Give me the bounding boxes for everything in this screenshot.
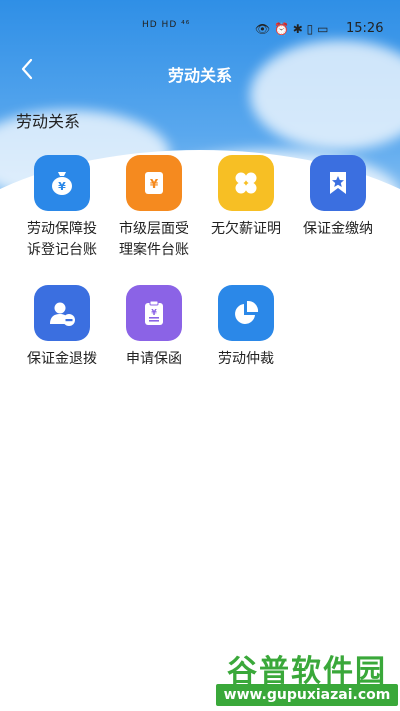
user-minus-icon [34, 285, 90, 341]
grid-item-label: 无欠薪证明 [211, 221, 281, 237]
grid-item-label: 理案件台账 [119, 242, 189, 258]
grid-item-deposit-refund[interactable]: 保证金退拨 [16, 285, 108, 370]
section-title: 劳动关系 [16, 112, 81, 131]
grid-item-city-case-ledger[interactable]: ¥ 市级层面受理案件台账 [108, 155, 200, 261]
grid-item-deposit-payment[interactable]: 保证金缴纳 [292, 155, 384, 240]
svg-text:¥: ¥ [150, 177, 159, 191]
money-bag-icon: ¥ [34, 155, 90, 211]
status-time: 15:26 [346, 21, 384, 36]
svg-text:¥: ¥ [58, 180, 66, 193]
grid-item-label: 市级层面受 [119, 221, 189, 237]
grid-item-label: 劳动保障投 [27, 221, 97, 237]
pie-chart-icon [218, 285, 274, 341]
bookmark-star-icon [310, 155, 366, 211]
grid-item-label: 申请保函 [126, 351, 182, 367]
grid-item-label: 诉登记台账 [27, 242, 97, 258]
grid-item-label: 劳动仲裁 [218, 351, 274, 367]
four-leaf-icon [218, 155, 274, 211]
grid-item-label: 保证金退拨 [27, 351, 97, 367]
watermark-url: www.gupuxiazai.com [216, 684, 398, 706]
grid-item-label: 保证金缴纳 [303, 221, 373, 237]
nav-bar: 劳动关系 [0, 56, 400, 90]
grid-item-no-wage-arrears-certificate[interactable]: 无欠薪证明 [200, 155, 292, 240]
clipboard-yuan-icon: ¥ [126, 285, 182, 341]
status-icons: 👁 ⏰ ✱ ▯ ▭ [255, 22, 329, 36]
watermark: 谷普软件园 www.gupuxiazai.com [216, 646, 398, 708]
grid-item-apply-guarantee[interactable]: ¥ 申请保函 [108, 285, 200, 370]
status-bar: HD HD ⁴⁶ 👁 ⏰ ✱ ▯ ▭ 15:26 [0, 18, 400, 42]
yuan-document-icon: ¥ [126, 155, 182, 211]
grid-item-labor-arbitration[interactable]: 劳动仲裁 [200, 285, 292, 370]
page-title: 劳动关系 [167, 66, 232, 85]
grid-item-complaint-ledger[interactable]: ¥ 劳动保障投诉登记台账 [16, 155, 108, 261]
signal-indicator: HD HD ⁴⁶ [142, 20, 191, 30]
svg-text:¥: ¥ [151, 308, 157, 317]
